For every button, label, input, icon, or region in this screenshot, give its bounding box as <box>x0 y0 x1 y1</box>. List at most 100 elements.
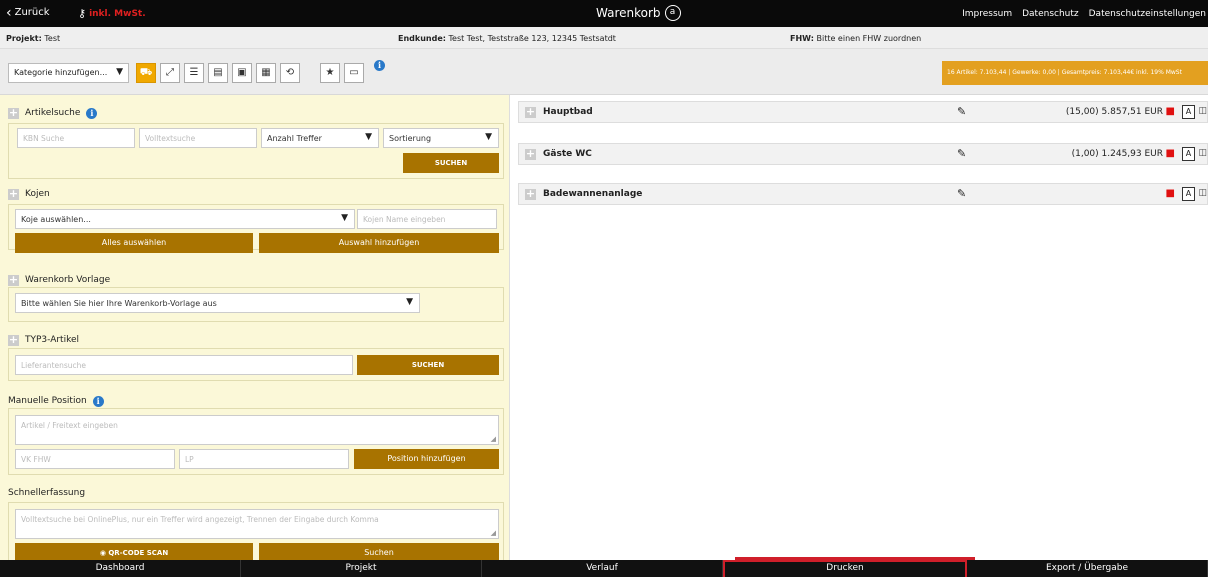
category-select[interactable]: Kategorie hinzufügen... ▼ <box>8 63 129 83</box>
quick-entry-input[interactable]: Volltextsuche bei OnlinePlus, nur ein Tr… <box>15 509 499 539</box>
refresh-euro-icon[interactable]: ⟲ <box>280 63 300 83</box>
qr-scan-button[interactable]: ◉ QR-CODE SCAN <box>15 543 253 560</box>
supplier-search-input[interactable]: Lieferantensuche <box>15 355 353 375</box>
camera-icon: ◉ <box>99 549 106 557</box>
section-title: TYP3-Artikel <box>25 335 80 345</box>
koje-select-label: Koje auswählen... <box>21 215 91 224</box>
copy-icon[interactable]: ◫ <box>1198 148 1207 158</box>
lp-input[interactable]: LP <box>179 449 349 469</box>
room-row[interactable]: + Hauptbad ✎ (15,00) 5.857,51 EUR ■ A ◫ <box>518 101 1208 123</box>
article-text-placeholder: Artikel / Freitext eingeben <box>21 421 118 430</box>
info-icon[interactable]: i <box>374 60 385 71</box>
vk-fhw-input[interactable]: VK FHW <box>15 449 175 469</box>
room-row[interactable]: + Badewannenanlage ✎ ■ A ◫ <box>518 183 1208 205</box>
back-button[interactable]: ‹ Zurück <box>6 4 50 21</box>
chevron-left-icon: ‹ <box>6 4 12 21</box>
section-kojen-header[interactable]: + Kojen <box>8 185 50 203</box>
category-select-label: Kategorie hinzufügen... <box>14 68 108 77</box>
fulltext-search-input[interactable]: Volltextsuche <box>139 128 257 148</box>
supplier-search-button[interactable]: SUCHEN <box>357 355 499 375</box>
koje-select[interactable]: Koje auswählen... ▼ <box>15 209 355 229</box>
template-select[interactable]: Bitte wählen Sie hier Ihre Warenkorb-Vor… <box>15 293 420 313</box>
back-label: Zurück <box>14 7 50 18</box>
section-title: Artikelsuche <box>25 108 81 118</box>
copy-icon[interactable]: ◫ <box>1198 106 1207 116</box>
hit-count-label: Anzahl Treffer <box>267 134 322 143</box>
info-icon[interactable]: i <box>86 107 98 119</box>
calculator-icon[interactable]: ▦ <box>256 63 276 83</box>
section-typ3-header[interactable]: + TYP3-Artikel <box>8 331 79 349</box>
section-title: Warenkorb Vorlage <box>25 275 111 285</box>
vorlage-box: Bitte wählen Sie hier Ihre Warenkorb-Vor… <box>8 287 504 322</box>
customer-info: Endkunde: Test Test, Teststraße 123, 123… <box>398 34 616 43</box>
room-row[interactable]: + Gäste WC ✎ (1,00) 1.245,93 EUR ■ A ◫ <box>518 143 1208 165</box>
chevron-down-icon: ▼ <box>365 132 372 142</box>
trash-icon[interactable]: ■ <box>1166 106 1175 117</box>
room-name: Badewannenanlage <box>543 189 643 199</box>
room-name: Gäste WC <box>543 149 592 159</box>
nav-verlauf[interactable]: Verlauf <box>482 560 723 577</box>
details-icon[interactable]: ▤ <box>208 63 228 83</box>
pencil-icon[interactable]: ✎ <box>957 105 966 118</box>
link-impressum[interactable]: Impressum <box>962 9 1012 19</box>
select-all-button[interactable]: Alles auswählen <box>15 233 253 253</box>
link-datenschutz[interactable]: Datenschutz <box>1022 9 1079 19</box>
image-icon[interactable]: ▣ <box>232 63 252 83</box>
section-title: Manuelle Position <box>8 396 87 406</box>
top-links: Impressum Datenschutz Datenschutzeinstel… <box>962 9 1206 19</box>
info-icon[interactable]: i <box>92 395 104 407</box>
chevron-down-icon: ▼ <box>485 132 492 142</box>
a-icon[interactable]: A <box>1182 147 1195 161</box>
plus-icon[interactable]: + <box>525 188 536 200</box>
resize-grip-icon[interactable]: ◢ <box>491 529 496 537</box>
add-position-button[interactable]: Position hinzufügen <box>354 449 499 469</box>
quick-search-button[interactable]: Suchen <box>259 543 499 560</box>
save-icon[interactable]: ▭ <box>344 63 364 83</box>
section-artikelsuche-header[interactable]: + Artikelsuche i <box>8 104 98 122</box>
plus-icon: + <box>8 186 19 200</box>
pencil-icon[interactable]: ✎ <box>957 147 966 160</box>
plus-icon[interactable]: + <box>525 106 536 118</box>
fhw-info: FHW: Bitte einen FHW zuordnen <box>790 34 922 43</box>
a-icon[interactable]: A <box>1182 105 1195 119</box>
vat-toggle[interactable]: ⚷ inkl. MwSt. <box>78 7 146 20</box>
schnell-box: Volltextsuche bei OnlinePlus, nur ein Tr… <box>8 502 504 560</box>
left-panel: + Artikelsuche i KBN Suche Volltextsuche… <box>0 95 510 560</box>
trash-icon[interactable]: ■ <box>1166 148 1175 159</box>
plus-icon[interactable]: + <box>525 148 536 160</box>
project-info-bar: Projekt: Test Endkunde: Test Test, Tests… <box>0 27 1208 49</box>
pencil-icon[interactable]: ✎ <box>957 187 966 200</box>
section-title: Kojen <box>25 189 50 199</box>
logo-icon: a <box>664 5 681 21</box>
link-datenschutzeinstellungen[interactable]: Datenschutzeinstellungen <box>1089 9 1206 19</box>
search-button[interactable]: SUCHEN <box>403 153 499 173</box>
nav-export[interactable]: Export / Übergabe <box>967 560 1208 577</box>
cart-star-icon[interactable]: ★ <box>320 63 340 83</box>
sort-select[interactable]: Sortierung ▼ <box>383 128 499 148</box>
manuelle-box: Artikel / Freitext eingeben ◢ VK FHW LP … <box>8 408 504 475</box>
nav-projekt[interactable]: Projekt <box>241 560 482 577</box>
nav-dashboard[interactable]: Dashboard <box>0 560 241 577</box>
plus-icon: + <box>8 105 19 119</box>
resize-grip-icon[interactable]: ◢ <box>491 435 496 443</box>
plus-icon: + <box>8 332 19 346</box>
nav-drucken[interactable]: Drucken <box>723 560 967 577</box>
add-selection-button[interactable]: Auswahl hinzufügen <box>259 233 499 253</box>
qr-scan-label: QR-CODE SCAN <box>108 549 169 557</box>
section-schnell-header: Schnellerfassung <box>8 484 85 502</box>
sort-label: Sortierung <box>389 134 432 143</box>
kbn-search-input[interactable]: KBN Suche <box>17 128 135 148</box>
chevron-down-icon: ▼ <box>341 213 348 223</box>
copy-icon[interactable]: ◫ <box>1198 188 1207 198</box>
cart-icon[interactable]: ⛟ <box>136 63 156 83</box>
koje-name-input[interactable]: Kojen Name eingeben <box>357 209 497 229</box>
expand-icon[interactable]: ⤢ <box>160 63 180 83</box>
toolbar: Kategorie hinzufügen... ▼ ⛟ ⤢ ☰ ▤ ▣ ▦ ⟲ … <box>0 49 1208 95</box>
article-text-input[interactable]: Artikel / Freitext eingeben ◢ <box>15 415 499 445</box>
list-icon[interactable]: ☰ <box>184 63 204 83</box>
hit-count-select[interactable]: Anzahl Treffer ▼ <box>261 128 379 148</box>
kojen-box: Koje auswählen... ▼ Kojen Name eingeben … <box>8 204 504 253</box>
a-icon[interactable]: A <box>1182 187 1195 201</box>
trash-icon[interactable]: ■ <box>1166 188 1175 199</box>
top-bar: ‹ Zurück ⚷ inkl. MwSt. Warenkorb a Impre… <box>0 0 1208 27</box>
